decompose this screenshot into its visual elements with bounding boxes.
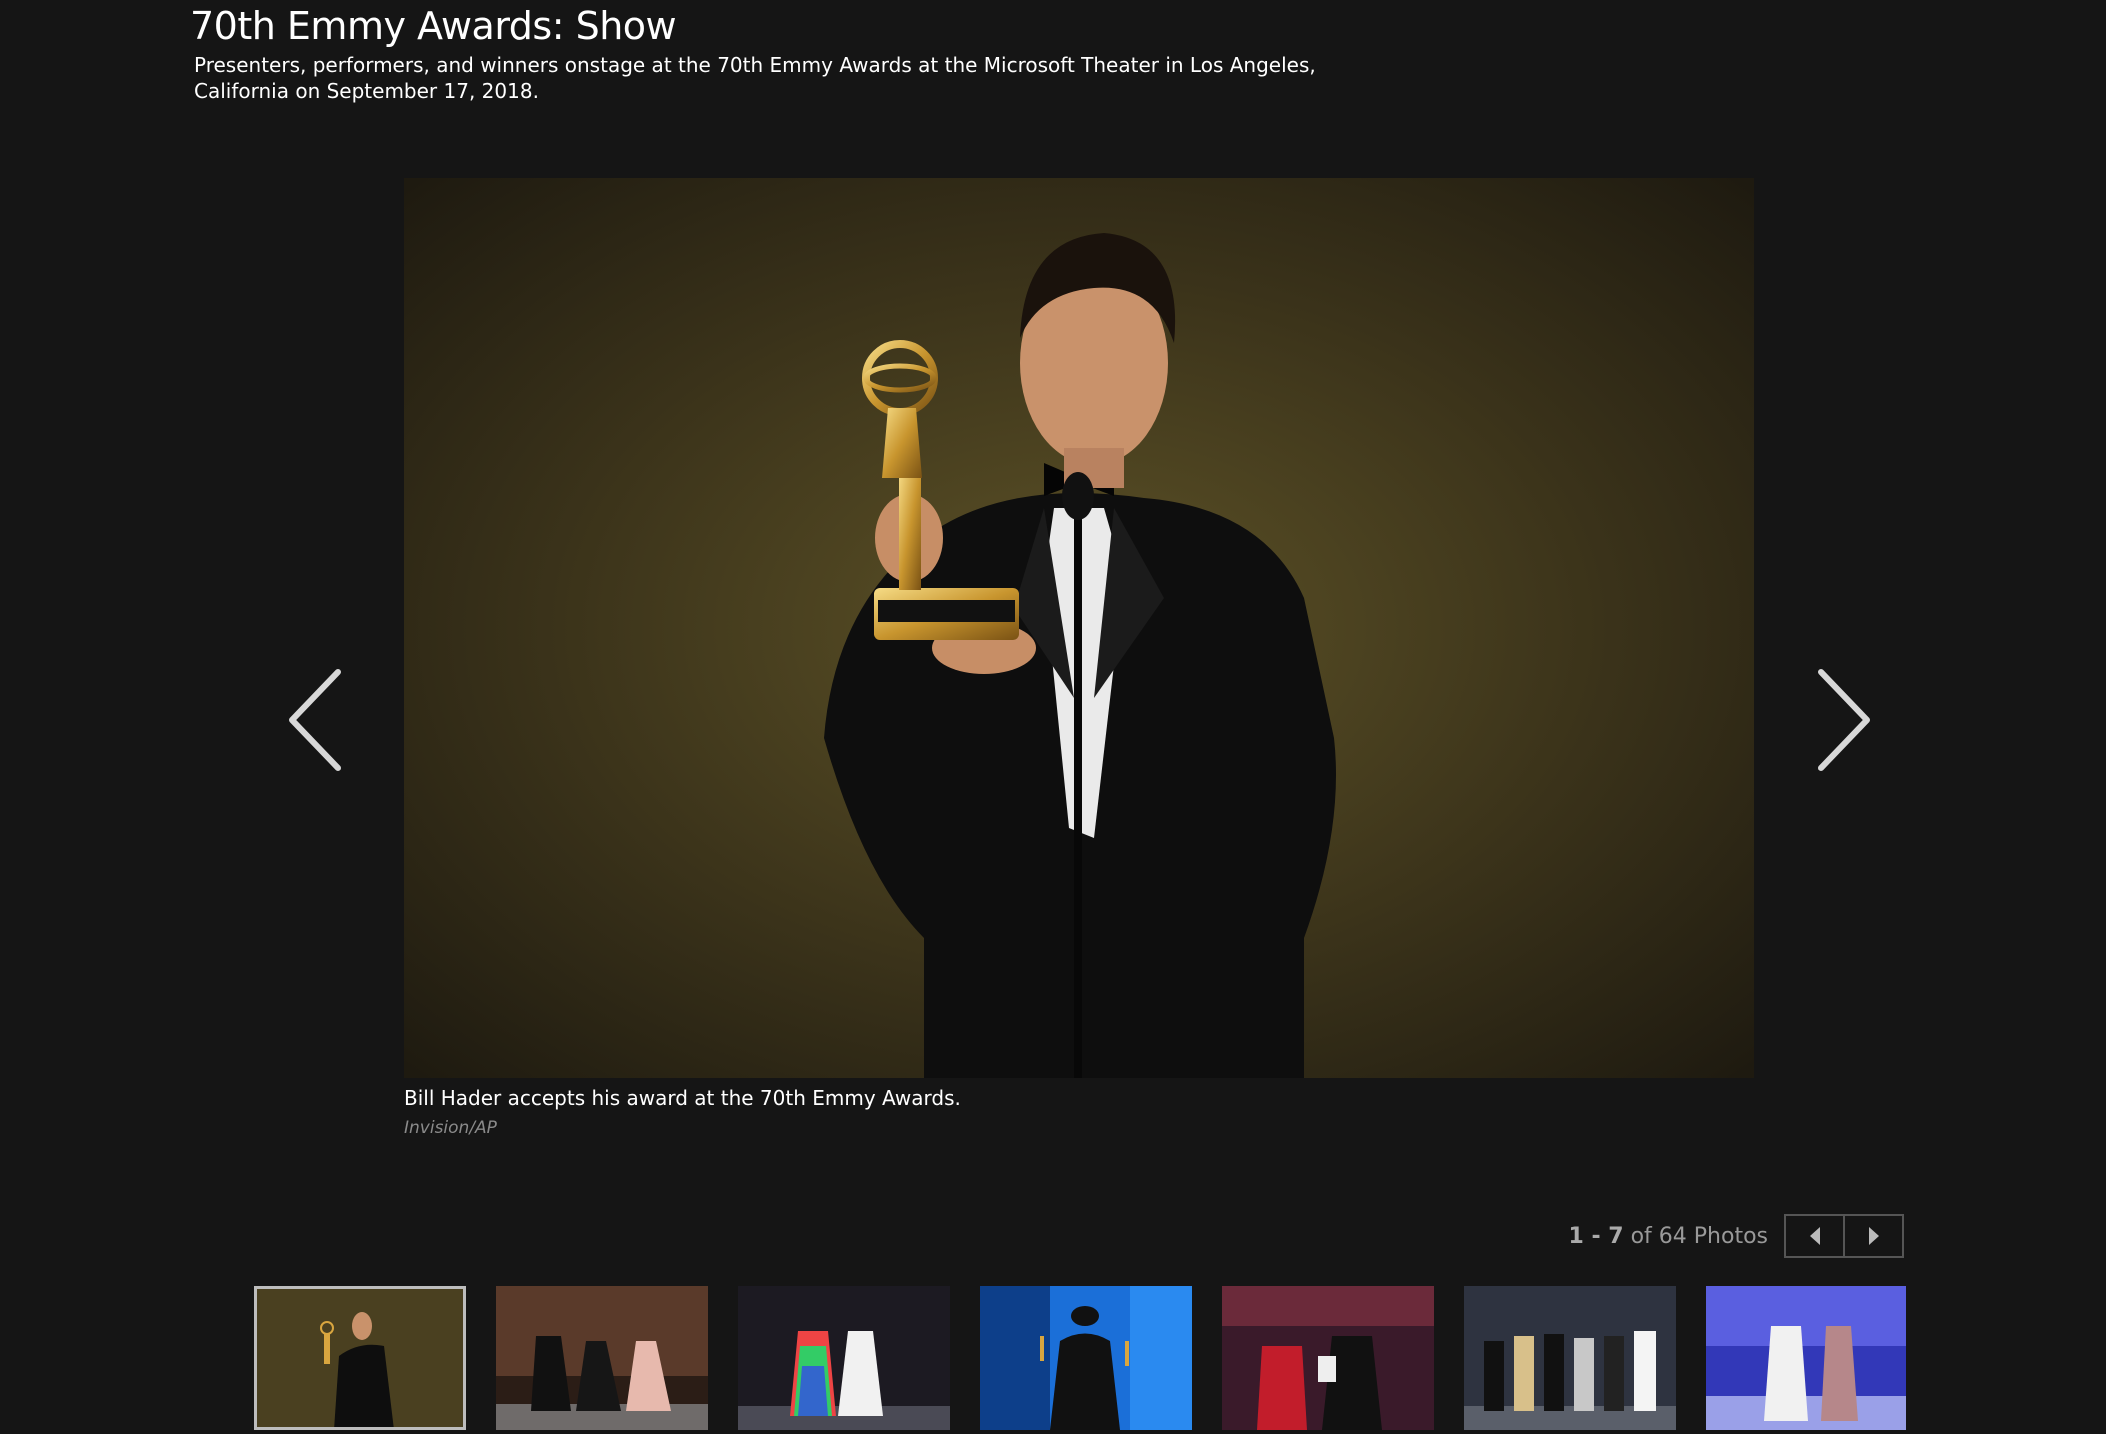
next-photo-button[interactable]	[1797, 660, 1877, 780]
thumbnail-image	[1464, 1286, 1676, 1430]
thumbnail-7[interactable]	[1706, 1286, 1906, 1430]
triangle-right-icon	[1868, 1227, 1879, 1245]
pager-count: 1 - 7 of 64 Photos	[1569, 1224, 1768, 1249]
thumbnail-image	[1706, 1286, 1906, 1430]
pager-total: of 64 Photos	[1623, 1223, 1768, 1249]
pager-range-end: 7	[1608, 1223, 1624, 1249]
thumbnail-4[interactable]	[980, 1286, 1192, 1430]
thumbnail-image	[980, 1286, 1192, 1430]
thumbnail-image	[1222, 1286, 1434, 1430]
photo-credit: Invision/AP	[404, 1118, 497, 1138]
thumbnail-pager: 1 - 7 of 64 Photos	[1430, 1214, 1904, 1258]
pager-next-button[interactable]	[1843, 1216, 1902, 1256]
gallery-title: 70th Emmy Awards: Show	[190, 4, 677, 48]
thumbnail-5[interactable]	[1222, 1286, 1434, 1430]
thumbnail-2[interactable]	[496, 1286, 708, 1430]
thumbnail-3[interactable]	[738, 1286, 950, 1430]
pager-range-sep: -	[1583, 1223, 1609, 1249]
gallery-description: Presenters, performers, and winners onst…	[194, 53, 1316, 103]
pager-prev-button[interactable]	[1786, 1216, 1843, 1256]
triangle-left-icon	[1809, 1227, 1820, 1245]
prev-photo-button[interactable]	[282, 660, 362, 780]
gallery-page: 70th Emmy Awards: Show Presenters, perfo…	[0, 0, 2106, 1434]
chevron-right-icon	[1818, 669, 1870, 771]
main-photo-image	[404, 178, 1754, 1078]
thumbnail-1[interactable]	[254, 1286, 466, 1430]
main-photo	[404, 178, 1754, 1078]
pager-range-start: 1	[1568, 1223, 1584, 1249]
photo-caption: Bill Hader accepts his award at the 70th…	[404, 1086, 961, 1110]
thumbnail-image	[254, 1286, 466, 1430]
thumbnail-image	[496, 1286, 708, 1430]
thumbnail-image	[738, 1286, 950, 1430]
chevron-left-icon	[289, 669, 341, 771]
pager-buttons	[1784, 1214, 1904, 1258]
thumbnail-6[interactable]	[1464, 1286, 1676, 1430]
